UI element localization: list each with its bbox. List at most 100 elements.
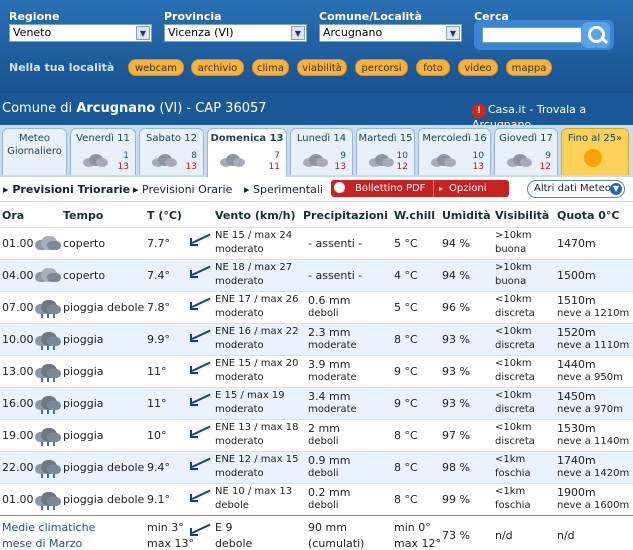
cloud-icon <box>33 234 63 254</box>
cell-vento-desc: moderato <box>215 244 264 255</box>
climate-row: Medie climatiche mese di Marzo min 3° ma… <box>0 515 633 550</box>
pill-percorsi[interactable]: percorsi <box>355 59 408 76</box>
cell-quota: 1440m <box>557 358 596 371</box>
cloud-icon <box>81 153 111 169</box>
cell-vento-desc: moderato <box>215 276 264 287</box>
cell-prec-desc: moderate <box>308 372 357 383</box>
day-tab[interactable]: Meteo Giornaliero <box>2 128 67 175</box>
search-input[interactable] <box>482 27 582 43</box>
pill-clima[interactable]: clima <box>252 59 289 76</box>
cell-vento-desc: moderato <box>215 468 264 479</box>
clima-vento: E 9 <box>215 521 233 534</box>
tab-sperimentali[interactable]: ▸ Sperimentali <box>244 183 323 196</box>
temp-max: 13 <box>472 162 484 172</box>
wind-arrow-icon <box>190 234 212 250</box>
cell-vento: NE 18 / max 27 <box>215 262 293 273</box>
chevron-down-icon: ▼ <box>136 26 150 40</box>
cell-prec: 3.9 mm <box>308 358 351 371</box>
day-tab[interactable]: Domenica 13 7 11 <box>207 128 287 178</box>
divider <box>433 180 434 197</box>
tab-orarie[interactable]: ▸ Previsioni Orarie <box>133 183 232 196</box>
comune-value: Arcugnano <box>323 26 383 39</box>
pill-video[interactable]: video <box>458 59 498 76</box>
day-tab[interactable]: Martedì 15 10 12 <box>356 128 415 175</box>
pill-archivio[interactable]: archivio <box>191 59 244 76</box>
cell-vis: <10km <box>495 326 532 337</box>
cell-tempo: pioggia <box>63 397 104 410</box>
temp-max: 13 <box>185 162 197 172</box>
cell-wchill: 8 °C <box>394 333 418 346</box>
table-row: 19.00 pioggia 10° ENE 13 / max 18 moderato 2 … <box>0 419 633 451</box>
clima-quota: n/d <box>557 529 575 542</box>
col-visibilita: Visibilità <box>495 209 550 222</box>
cell-umidita: 98 % <box>442 461 470 474</box>
cell-temp: 10° <box>147 429 167 442</box>
cell-prec: 0.2 mm <box>308 486 351 499</box>
day-tab-label: Meteo Giornaliero <box>7 133 62 157</box>
tab-triorarie[interactable]: ▸ Previsioni Triorarie <box>3 183 130 196</box>
cell-wchill: 8 °C <box>394 461 418 474</box>
comune-label: Comune/Località <box>319 10 422 23</box>
col-temp: T (°C) <box>147 209 182 222</box>
rain-cloud-icon <box>33 362 63 382</box>
search-box <box>474 20 614 50</box>
cell-tempo: pioggia <box>63 333 104 346</box>
cell-vento-desc: moderato <box>215 436 264 447</box>
regione-value: Veneto <box>13 26 52 39</box>
medie-link[interactable]: Medie climatiche <box>2 521 95 534</box>
cell-wchill: 9 °C <box>394 397 418 410</box>
cell-umidita: 94 % <box>442 269 470 282</box>
temp-min: 8 <box>191 151 197 161</box>
cell-quota: 1500m <box>557 269 596 282</box>
cell-umidita: 94 % <box>442 237 470 250</box>
wind-arrow-icon <box>190 266 212 282</box>
provincia-label: Provincia <box>164 10 222 23</box>
cell-vis-desc: discreta <box>495 372 535 383</box>
altri-dati-button[interactable]: Altri dati Meteo ▼ <box>527 180 625 198</box>
table-row: 13.00 pioggia 11° ENE 15 / max 20 moderato 3.… <box>0 355 633 387</box>
cell-umidita: 93 % <box>442 365 470 378</box>
casa-logo-icon: ! <box>472 104 486 118</box>
day-tab[interactable]: Lunedì 14 9 13 <box>290 128 353 175</box>
pill-foto[interactable]: foto <box>416 59 450 76</box>
wind-arrow-icon <box>190 490 212 506</box>
cell-prec-desc: moderate <box>308 404 357 415</box>
cell-temp: 7.7° <box>147 237 170 250</box>
cloud-icon <box>33 266 63 286</box>
day-tab[interactable]: Giovedì 17 9 12 <box>494 128 558 175</box>
provincia-select[interactable]: Vicenza (VI) ▼ <box>164 24 307 42</box>
title-suffix: (VI) - CAP 36057 <box>159 101 267 116</box>
bollettino-button[interactable]: Bollettino PDF ▸ Opzioni <box>331 180 509 197</box>
day-tab[interactable]: Sabato 12 8 13 <box>139 128 204 175</box>
opzioni-label[interactable]: Opzioni <box>449 180 486 197</box>
temp-min: 9 <box>545 151 551 161</box>
search-icon[interactable] <box>582 22 610 48</box>
clima-prec: 90 mm <box>308 521 347 534</box>
pill-webcam[interactable]: webcam <box>128 59 184 76</box>
rain-cloud-icon <box>33 330 63 350</box>
col-quota: Quota 0°C <box>557 209 620 222</box>
pdf-icon <box>334 182 345 193</box>
cell-prec: - assenti - <box>308 269 363 282</box>
cell-temp: 11° <box>147 397 167 410</box>
rain-cloud-icon <box>33 426 63 446</box>
nella-label: Nella tua località <box>9 61 115 74</box>
cell-quota-neve: neve a 970m <box>557 404 623 415</box>
table-row: 01.00 coperto 7.7° NE 15 / max 24 moderato - … <box>0 227 633 259</box>
cell-vento: NE 15 / max 24 <box>215 230 293 241</box>
cell-temp: 11° <box>147 365 167 378</box>
rain-cloud-icon <box>33 458 63 478</box>
day-tab[interactable]: Fino al 25» <box>561 128 629 175</box>
regione-select[interactable]: Veneto ▼ <box>9 24 152 42</box>
comune-select[interactable]: Arcugnano ▼ <box>319 24 462 42</box>
clima-tmin: min 3° <box>147 521 184 534</box>
col-wchill: W.chill <box>394 209 436 222</box>
pill-viabilita[interactable]: viabilità <box>297 59 347 76</box>
day-tab[interactable]: Venerdì 11 1 13 <box>70 128 136 175</box>
day-tab-label: Venerdì 11 <box>76 133 130 144</box>
pill-mappa[interactable]: mappa <box>506 59 552 76</box>
rain-cloud-icon <box>33 394 63 414</box>
cell-quota: 1530m <box>557 422 596 435</box>
cell-ora: 19.00 <box>2 429 34 442</box>
day-tab[interactable]: Mercoledì 16 10 13 <box>418 128 491 175</box>
